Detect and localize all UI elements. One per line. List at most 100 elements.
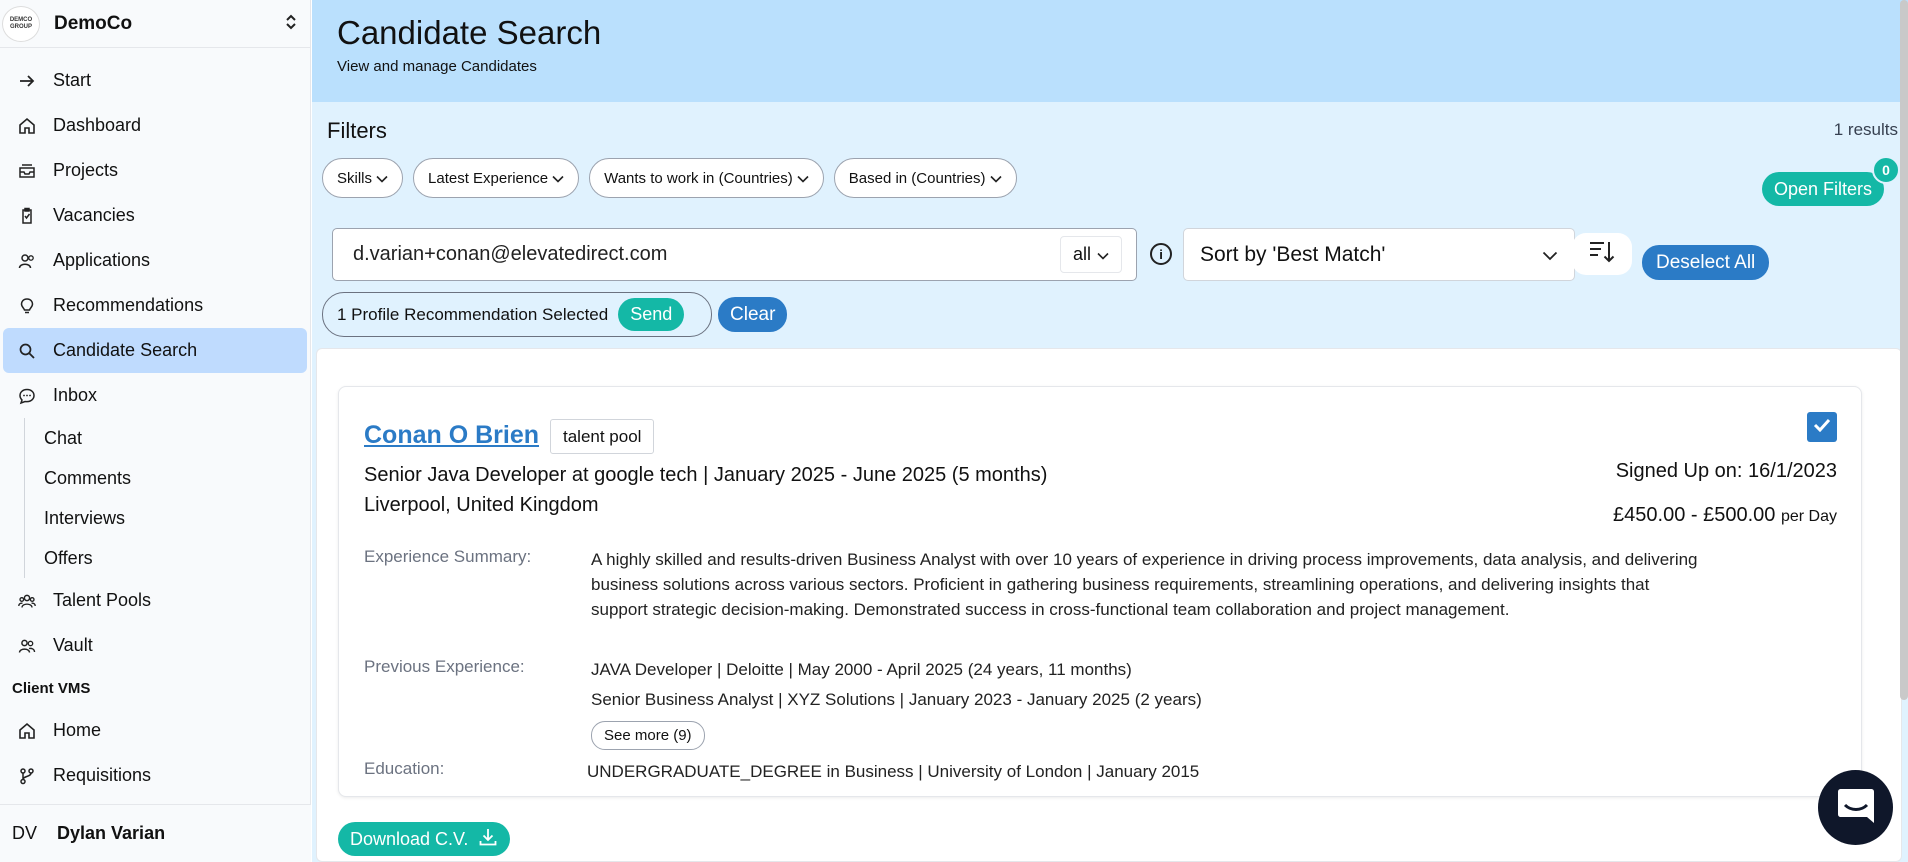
sidebar-item-applications[interactable]: Applications — [3, 238, 307, 283]
sidebar-item-vault[interactable]: Vault — [3, 623, 307, 668]
education-label: Education: — [364, 759, 445, 778]
chevron-up-down-icon[interactable] — [284, 13, 298, 34]
sidebar-item-projects[interactable]: Projects — [3, 148, 307, 193]
results-panel: Conan O Brien talent pool Senior Java De… — [316, 348, 1902, 862]
see-more-button[interactable]: See more (9) — [591, 721, 705, 750]
candidate-select-checkbox[interactable] — [1807, 412, 1837, 442]
sidebar-item-talent-pools[interactable]: Talent Pools — [3, 578, 307, 623]
sidebar-item-label: Projects — [53, 160, 119, 180]
sort-select[interactable]: Sort by 'Best Match' — [1183, 228, 1575, 281]
education-text: UNDERGRADUATE_DEGREE in Business | Unive… — [587, 762, 1200, 781]
search-scope-select[interactable]: all — [1059, 236, 1122, 273]
candidate-location: Liverpool, United Kingdom — [364, 494, 599, 516]
chat-icon — [1835, 785, 1877, 830]
page-scrollbar[interactable] — [1900, 0, 1908, 700]
candidate-rate: £450.00 - £500.00 per Day — [1613, 504, 1837, 527]
users-icon — [17, 251, 37, 271]
signed-up-date: Signed Up on: 16/1/2023 — [1615, 460, 1837, 482]
page-title: Candidate Search — [337, 14, 602, 51]
open-filters-button[interactable]: Open Filters — [1761, 172, 1884, 206]
filter-chips: Skills Latest Experience Wants to work i… — [322, 158, 1017, 198]
sidebar-item-label: Candidate Search — [53, 340, 198, 360]
candidate-name-link[interactable]: Conan O Brien — [364, 421, 539, 450]
previous-experience-item: JAVA Developer | Deloitte | May 2000 - A… — [591, 660, 1132, 679]
scope-value: all — [1072, 244, 1091, 264]
chip-label: Skills — [337, 169, 373, 187]
sidebar-nav: Start Dashboard Projects Vacancies Appli… — [0, 48, 310, 798]
filter-chip-wants-to-work-in[interactable]: Wants to work in (Countries) — [589, 158, 824, 198]
info-icon[interactable]: i — [1150, 243, 1172, 265]
chevron-down-icon — [376, 170, 388, 187]
search-icon — [17, 341, 37, 361]
filter-chip-latest-experience[interactable]: Latest Experience — [413, 158, 580, 198]
sidebar-item-label: Vacancies — [53, 205, 135, 225]
sidebar-item-label: Inbox — [53, 385, 98, 405]
sidebar-item-label: Requisitions — [53, 765, 152, 785]
sidebar-item-dashboard[interactable]: Dashboard — [3, 103, 307, 148]
lightbulb-icon — [17, 296, 37, 316]
download-cv-button[interactable]: Download C.V. — [338, 822, 511, 856]
check-icon — [1813, 418, 1831, 437]
sidebar-item-label: Home — [53, 720, 102, 740]
user-menu[interactable]: DV Dylan Varian — [0, 804, 311, 862]
sidebar-subitem-chat[interactable]: Chat — [25, 418, 310, 458]
arrow-right-icon — [17, 71, 37, 91]
page-header: Candidate Search View and manage Candida… — [312, 0, 1908, 102]
sidebar-subitem-interviews[interactable]: Interviews — [25, 498, 310, 538]
send-button[interactable]: Send — [618, 298, 685, 331]
chevron-down-icon — [1542, 243, 1558, 267]
summary-label: Experience Summary: — [364, 547, 532, 566]
page-subtitle: View and manage Candidates — [337, 58, 537, 75]
chip-label: Latest Experience — [428, 169, 549, 187]
deselect-all-button[interactable]: Deselect All — [1642, 245, 1770, 280]
inbox-stack-icon — [17, 161, 37, 181]
sidebar-item-recommendations[interactable]: Recommendations — [3, 283, 307, 328]
candidate-card: Conan O Brien talent pool Senior Java De… — [338, 386, 1862, 797]
sidebar-item-label: Dashboard — [53, 115, 142, 135]
download-label: Download C.V. — [350, 828, 469, 849]
clear-button[interactable]: Clear — [718, 297, 788, 332]
chat-widget-button[interactable] — [1818, 770, 1893, 845]
results-count: 1 results — [1833, 120, 1898, 139]
sidebar-item-inbox[interactable]: Inbox — [3, 373, 307, 418]
sidebar-subitem-offers[interactable]: Offers — [25, 538, 310, 578]
org-logo: DEMCO GROUP — [2, 5, 40, 42]
avatar: DV — [12, 823, 38, 843]
sidebar-item-label: Vault — [53, 635, 93, 655]
sidebar-item-start[interactable]: Start — [3, 58, 307, 103]
sidebar-item-label: Start — [53, 70, 92, 90]
filters-title: Filters — [327, 118, 387, 143]
chevron-down-icon — [552, 170, 564, 187]
git-branch-icon — [17, 766, 37, 786]
sort-direction-button[interactable] — [1572, 233, 1632, 275]
selection-summary: 1 Profile Recommendation Selected Send — [322, 292, 712, 337]
previous-experience-item: Senior Business Analyst | XYZ Solutions … — [591, 690, 1202, 709]
chevron-down-icon — [989, 170, 1002, 187]
sidebar-item-requisitions[interactable]: Requisitions — [3, 753, 307, 798]
sidebar-section-title: Client VMS — [12, 679, 91, 697]
candidate-tag: talent pool — [550, 419, 655, 454]
search-input[interactable] — [333, 243, 1060, 266]
home-icon — [17, 116, 37, 136]
home-icon — [17, 721, 37, 741]
chip-label: Based in (Countries) — [848, 169, 986, 187]
previous-experience-label: Previous Experience: — [364, 657, 525, 676]
sidebar-item-vacancies[interactable]: Vacancies — [3, 193, 307, 238]
users-icon — [17, 636, 37, 656]
chevron-down-icon — [797, 170, 809, 187]
filter-chip-skills[interactable]: Skills — [322, 158, 404, 198]
filter-chip-based-in[interactable]: Based in (Countries) — [833, 158, 1017, 198]
sidebar-subitem-comments[interactable]: Comments — [25, 458, 310, 498]
download-icon — [468, 827, 498, 852]
chevron-down-icon — [1097, 244, 1109, 265]
org-switcher[interactable]: DEMCO GROUP DemoCo — [0, 0, 310, 48]
rate-unit: per Day — [1780, 508, 1837, 525]
sidebar-item-label: Applications — [53, 250, 151, 270]
inbox-submenu: Chat Comments Interviews Offers — [24, 418, 310, 578]
summary-text: A highly skilled and results-driven Busi… — [591, 550, 1698, 619]
users-group-icon — [17, 591, 37, 611]
sidebar-item-label: Recommendations — [53, 295, 204, 315]
candidate-role: Senior Java Developer at google tech | J… — [364, 464, 1048, 486]
sidebar-item-candidate-search[interactable]: Candidate Search — [3, 328, 307, 373]
sidebar-item-home[interactable]: Home — [3, 708, 307, 753]
